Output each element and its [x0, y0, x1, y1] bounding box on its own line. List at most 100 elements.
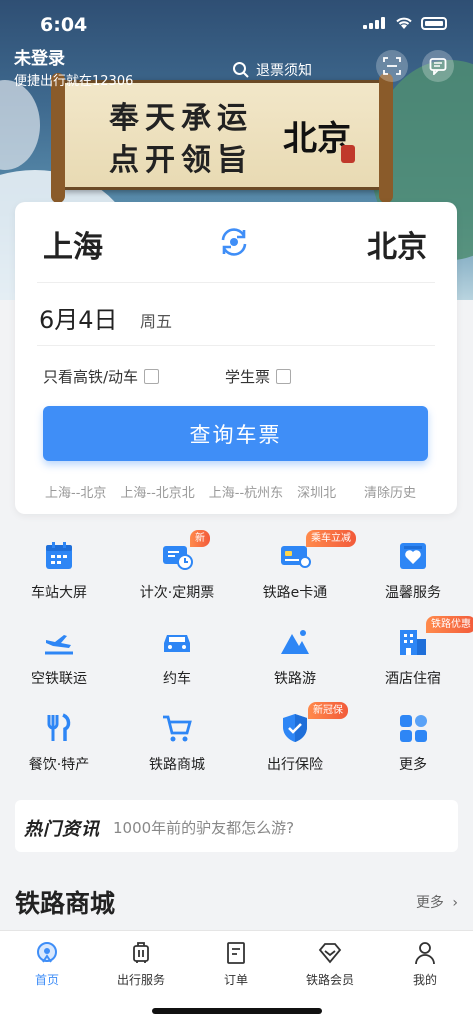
service-hotel[interactable]: 酒店住宿 铁路优惠	[354, 616, 473, 696]
from-city[interactable]: 上海	[43, 222, 103, 266]
travel-date[interactable]: 6月4日	[39, 300, 118, 335]
service-label: 酒店住宿	[385, 671, 441, 687]
search-placeholder: 退票须知	[256, 63, 312, 79]
battery-icon	[421, 16, 447, 30]
tab-travel-services[interactable]: 出行服务	[94, 939, 188, 991]
fork-knife-icon	[47, 713, 71, 741]
history-item[interactable]: 深圳北	[297, 482, 336, 501]
hot-news-bar[interactable]: 热门资讯 1000年前的驴友都怎么游?	[15, 800, 458, 852]
tab-label: 首页	[34, 973, 59, 987]
service-more[interactable]: 更多	[354, 702, 472, 782]
tab-label: 我的	[412, 973, 437, 987]
query-tickets-button[interactable]: 查询车票	[43, 406, 428, 461]
scroll-rod-right	[379, 73, 393, 203]
signal-icon	[363, 17, 387, 29]
cart-icon	[163, 715, 192, 742]
service-count-ticket[interactable]: 计次·定期票 新	[118, 530, 236, 610]
status-time: 6:04	[40, 14, 88, 36]
diamond-icon	[318, 943, 342, 964]
service-food[interactable]: 餐饮·特产	[0, 702, 118, 782]
highspeed-only-checkbox[interactable]	[144, 369, 160, 384]
service-badge: 新冠保	[308, 702, 348, 719]
service-badge: 新	[190, 530, 210, 547]
home-train-icon	[37, 942, 57, 963]
service-badge: 乘车立减	[306, 530, 356, 547]
hot-news-headline[interactable]: 1000年前的驴友都怎么游?	[113, 817, 294, 838]
message-icon	[429, 58, 447, 75]
service-station-screen[interactable]: 车站大屏	[0, 530, 118, 610]
person-icon	[415, 942, 435, 965]
heart-service-icon	[400, 543, 426, 569]
login-status[interactable]: 未登录	[14, 44, 65, 69]
history-item[interactable]: 上海--北京	[45, 482, 106, 501]
service-insurance[interactable]: 出行保险 新冠保	[236, 702, 354, 782]
order-icon	[227, 942, 245, 964]
tab-label: 订单	[223, 973, 248, 987]
student-ticket-label: 学生票	[225, 368, 271, 386]
message-button[interactable]	[422, 50, 454, 82]
divider	[37, 345, 435, 346]
student-ticket-option[interactable]: 学生票	[225, 366, 292, 387]
service-label: 空铁联运	[31, 671, 87, 687]
scroll-rod-left	[51, 73, 65, 203]
service-car[interactable]: 约车	[118, 616, 236, 696]
cloud-decoration	[0, 80, 40, 170]
mall-more-link[interactable]: 更多 ›	[416, 892, 458, 912]
tab-orders[interactable]: 订单	[189, 939, 283, 991]
login-subtitle: 便捷出行就在12306	[14, 74, 134, 89]
tab-home[interactable]: 首页	[0, 939, 94, 991]
history-item[interactable]: 上海--杭州东	[209, 482, 283, 501]
service-badge: 铁路优惠	[426, 616, 473, 633]
banner-text-line2: 点开领旨	[109, 143, 253, 178]
service-label: 计次·定期票	[139, 585, 215, 601]
scan-button[interactable]	[376, 50, 408, 82]
search-bar[interactable]: 退票须知	[232, 60, 312, 80]
service-air-rail[interactable]: 空铁联运	[0, 616, 118, 696]
hotel-icon	[400, 630, 426, 655]
search-icon	[233, 62, 249, 78]
tab-label: 铁路会员	[305, 973, 354, 987]
service-rail-travel[interactable]: 铁路游	[236, 616, 354, 696]
service-mall[interactable]: 铁路商城	[118, 702, 236, 782]
status-icons	[363, 16, 447, 30]
history-item[interactable]: 上海--北京北	[120, 482, 194, 501]
shield-icon	[283, 714, 307, 742]
highspeed-only-label: 只看高铁/动车	[43, 368, 139, 386]
service-label: 铁路商城	[149, 757, 205, 773]
student-ticket-checkbox[interactable]	[276, 369, 292, 384]
mall-section-title: 铁路商城	[15, 889, 116, 918]
service-label: 车站大屏	[31, 585, 87, 601]
swap-stations-icon[interactable]	[218, 226, 250, 258]
clear-history-button[interactable]: 清除历史	[359, 482, 416, 501]
tab-label: 出行服务	[116, 973, 165, 987]
divider	[37, 282, 435, 283]
tab-membership[interactable]: 铁路会员	[283, 939, 377, 991]
banner-scroll: 奉天承运 点开领旨 北京	[51, 73, 393, 203]
luggage-icon	[133, 942, 149, 963]
service-care[interactable]: 温馨服务	[354, 530, 472, 610]
tab-profile[interactable]: 我的	[378, 939, 472, 991]
calendar-screen-icon	[46, 542, 72, 569]
service-label: 约车	[163, 671, 191, 687]
seal-icon	[341, 145, 355, 163]
service-label: 铁路游	[274, 671, 316, 687]
ticket-search-card: 上海 北京 6月4日 周五 只看高铁/动车 学生票 查询车票 上海--北京 上海…	[15, 202, 457, 514]
wifi-icon	[396, 17, 412, 29]
plane-train-icon	[45, 635, 73, 655]
grid-more-icon	[400, 715, 427, 742]
to-city[interactable]: 北京	[367, 222, 427, 266]
search-history: 上海--北京 上海--北京北 上海--杭州东 深圳北 清除历史	[45, 482, 430, 501]
mall-more-label: 更多	[415, 895, 444, 911]
chevron-right-icon: ›	[452, 895, 458, 911]
banner-text-line1: 奉天承运	[109, 101, 253, 136]
highspeed-only-option[interactable]: 只看高铁/动车	[43, 366, 160, 387]
service-e-card[interactable]: 铁路e卡通 乘车立减	[236, 530, 356, 610]
service-label: 温馨服务	[385, 585, 441, 601]
service-label: 出行保险	[267, 757, 323, 773]
mountain-icon	[281, 630, 309, 654]
service-label: 铁路e卡通	[262, 585, 328, 601]
app-screen: 奉天承运 点开领旨 北京 6:04 未登录 便捷出行就在12306 退票须知 上…	[0, 0, 473, 1023]
services-grid: 车站大屏 计次·定期票 新 铁路e卡通 乘车立减 温馨服务 空铁联运 约车 铁路…	[0, 530, 473, 790]
travel-weekday: 周五	[140, 312, 173, 331]
hot-news-logo: 热门资讯	[24, 819, 100, 840]
